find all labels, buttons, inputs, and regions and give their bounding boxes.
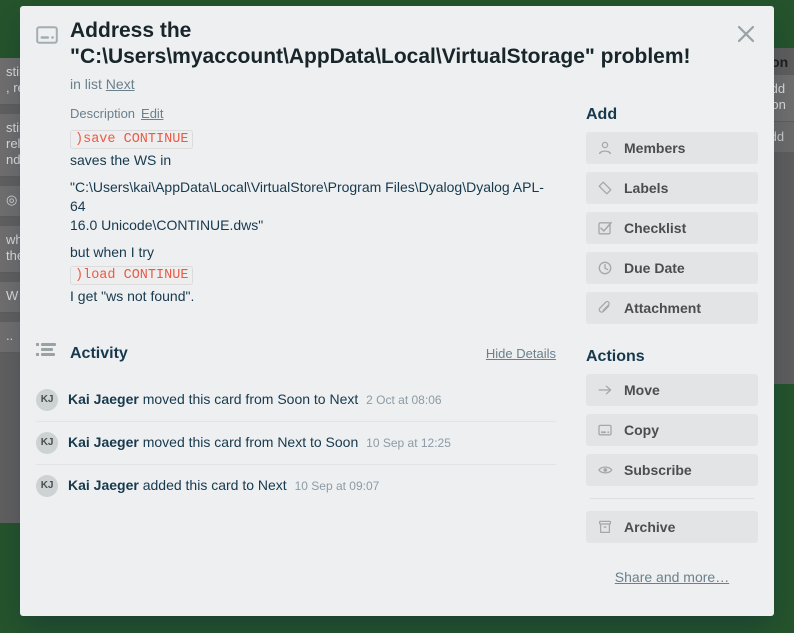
card-sidebar: Add Members Labels Checklist Due Date At… [556, 106, 758, 585]
activity-author[interactable]: Kai Jaeger [68, 434, 139, 450]
sidebar-item-copy[interactable]: Copy [586, 414, 758, 446]
activity-action: moved this card from Soon to Next [142, 391, 359, 407]
activity-author[interactable]: Kai Jaeger [68, 477, 139, 493]
checkbox-icon [598, 221, 616, 235]
code-text: )load CONTINUE [70, 266, 194, 285]
description-edit-link[interactable]: Edit [141, 106, 163, 121]
eye-icon [598, 463, 616, 477]
description-line-2: "C:\Users\kai\AppData\Local\VirtualStore… [70, 179, 544, 214]
sidebar-item-label: Move [624, 382, 660, 398]
in-list-line: in list Next [70, 76, 710, 92]
tag-icon [598, 181, 616, 195]
avatar[interactable]: KJ [36, 389, 58, 411]
card-main-column: Description Edit )save CONTINUE saves the… [36, 106, 556, 585]
description-header: Description Edit [70, 106, 556, 121]
sidebar-add-title: Add [586, 106, 618, 123]
sidebar-item-label: Attachment [624, 300, 702, 316]
sidebar-item-label: Members [624, 140, 686, 156]
sidebar-item-label: Subscribe [624, 462, 692, 478]
archive-box-icon [598, 520, 616, 534]
card-header: Address the "C:\Users\myaccount\AppData\… [36, 18, 758, 92]
arrow-right-icon [598, 383, 616, 397]
in-list-label: in list [70, 76, 102, 92]
sidebar-item-label: Archive [624, 519, 676, 535]
description-label: Description [70, 106, 136, 121]
sidebar-item-subscribe[interactable]: Subscribe [586, 454, 758, 486]
code-block-save: )save CONTINUE [70, 128, 556, 149]
activity-list-icon [36, 342, 60, 365]
description-body[interactable]: )save CONTINUE saves the WS in "C:\Users… [70, 128, 556, 306]
activity-timestamp: 2 Oct at 08:06 [366, 393, 442, 407]
activity-item: KJ Kai Jaeger added this card to Next 10… [36, 464, 556, 507]
card-window-icon [36, 24, 60, 51]
paperclip-icon [598, 301, 616, 315]
card-body: Description Edit )save CONTINUE saves the… [36, 106, 758, 585]
sidebar-item-label: Checklist [624, 220, 687, 236]
code-text: )save CONTINUE [70, 130, 194, 149]
activity-action: added this card to Next [142, 477, 287, 493]
hide-details-link[interactable]: Hide Details [486, 346, 556, 361]
description-line-3: 16.0 Unicode\CONTINUE.dws" [70, 217, 264, 233]
activity-item: KJ Kai Jaeger moved this card from Next … [36, 421, 556, 464]
activity-action: moved this card from Next to Soon [142, 434, 359, 450]
sidebar-item-label: Copy [624, 422, 659, 438]
card-detail-modal: Address the "C:\Users\myaccount\AppData\… [20, 6, 774, 616]
avatar[interactable]: KJ [36, 432, 58, 454]
share-and-more-link[interactable]: Share and more… [586, 569, 758, 585]
sidebar-item-archive[interactable]: Archive [586, 511, 758, 543]
clock-icon [598, 261, 616, 275]
sidebar-item-move[interactable]: Move [586, 374, 758, 406]
sidebar-actions-title: Actions [586, 348, 645, 365]
activity-author[interactable]: Kai Jaeger [68, 391, 139, 407]
activity-text: Kai Jaeger added this card to Next 10 Se… [68, 475, 379, 496]
activity-text: Kai Jaeger moved this card from Soon to … [68, 389, 442, 410]
sidebar-item-label: Labels [624, 180, 669, 196]
activity-header: Activity Hide Details [36, 342, 556, 365]
activity-section: Activity Hide Details KJ Kai Jaeger move… [36, 342, 556, 507]
activity-timestamp: 10 Sep at 09:07 [294, 479, 380, 493]
sidebar-item-attachment[interactable]: Attachment [586, 292, 758, 324]
description-line-1: saves the WS in [70, 152, 172, 168]
card-window-icon [598, 423, 616, 437]
sidebar-item-labels[interactable]: Labels [586, 172, 758, 204]
activity-timestamp: 10 Sep at 12:25 [366, 436, 451, 450]
activity-item: KJ Kai Jaeger moved this card from Soon … [36, 377, 556, 421]
sidebar-divider [590, 498, 754, 499]
avatar[interactable]: KJ [36, 475, 58, 497]
activity-title: Activity [70, 344, 128, 362]
sidebar-item-label: Due Date [624, 260, 685, 276]
sidebar-item-checklist[interactable]: Checklist [586, 212, 758, 244]
description-line-4: but when I try [70, 244, 155, 260]
activity-text: Kai Jaeger moved this card from Next to … [68, 432, 451, 453]
activity-list: KJ Kai Jaeger moved this card from Soon … [36, 377, 556, 507]
code-block-load: )load CONTINUE [70, 264, 556, 285]
page-title[interactable]: Address the "C:\Users\myaccount\AppData\… [70, 18, 710, 70]
sidebar-item-due-date[interactable]: Due Date [586, 252, 758, 284]
sidebar-item-members[interactable]: Members [586, 132, 758, 164]
description-line-5: I get "ws not found". [70, 288, 195, 304]
person-icon [598, 141, 616, 155]
in-list-link[interactable]: Next [106, 76, 135, 92]
